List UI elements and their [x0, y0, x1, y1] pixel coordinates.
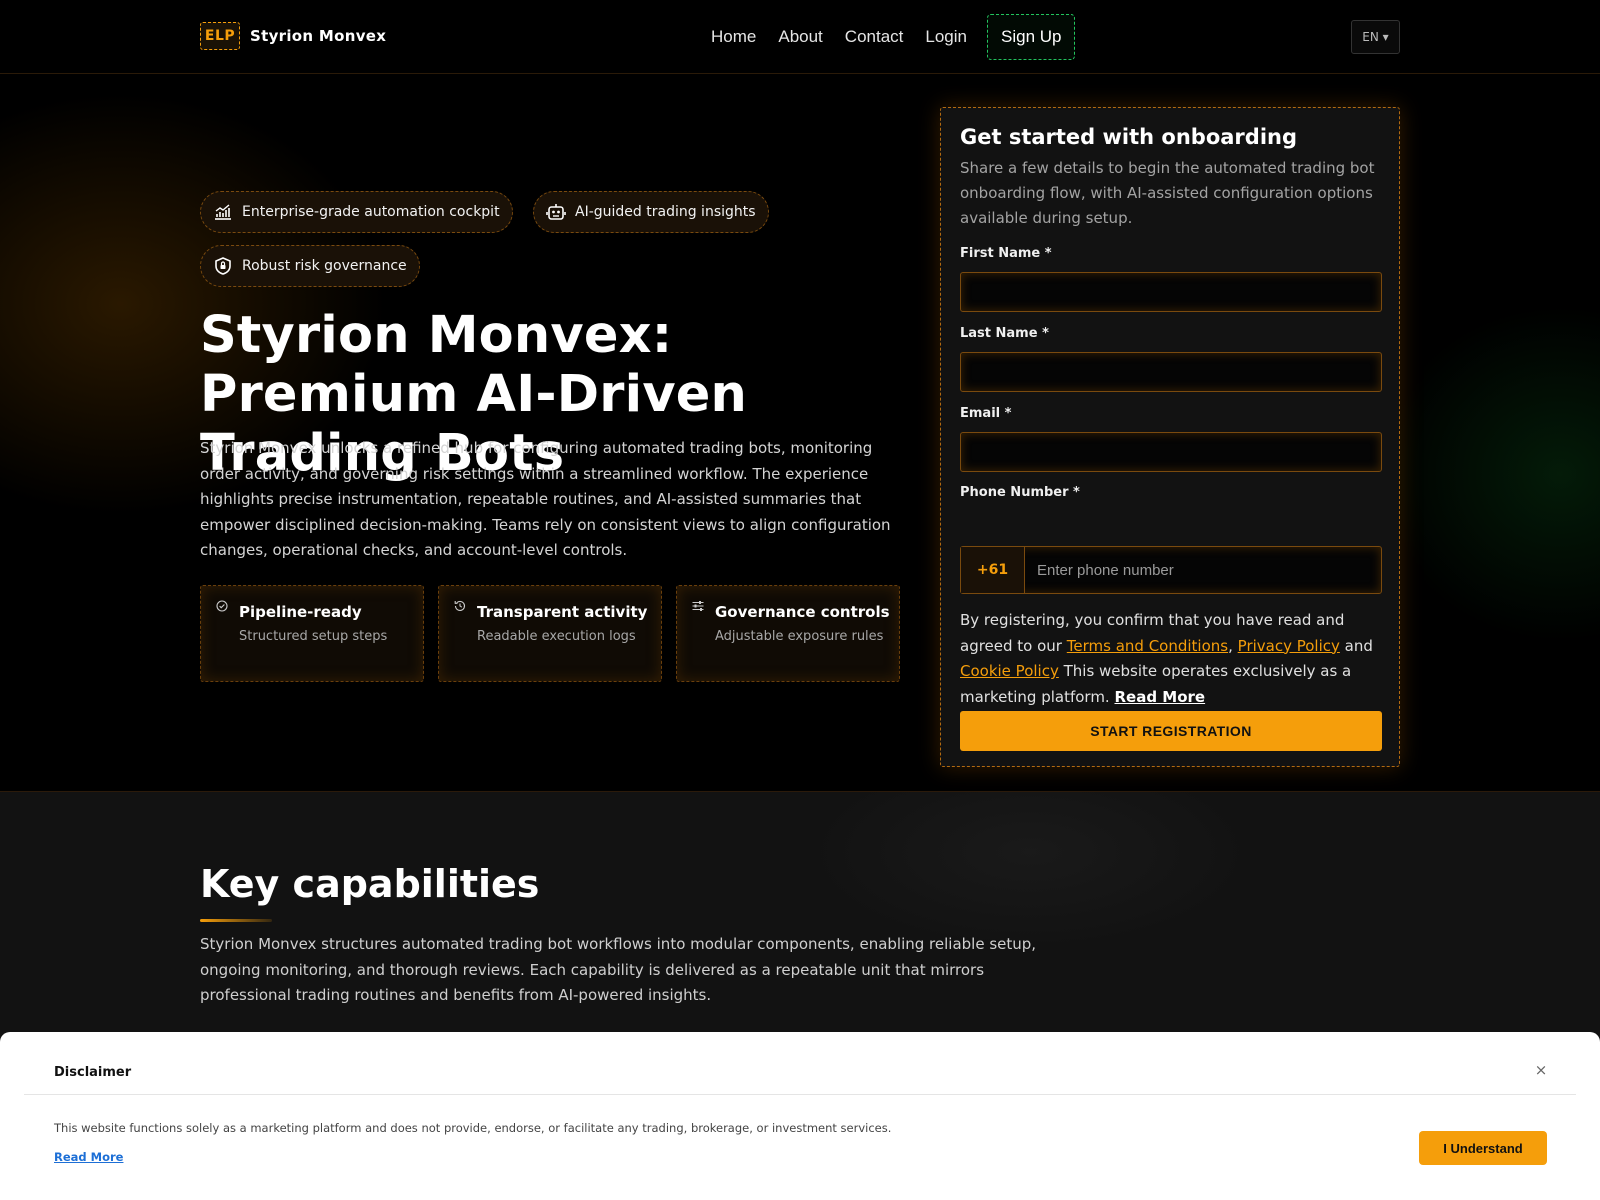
robot-icon: [546, 204, 566, 220]
phone-label: Phone Number *: [960, 485, 1080, 500]
disclaimer-read-more-link[interactable]: Read More: [54, 1150, 123, 1164]
sliders-icon: [692, 601, 704, 611]
cookie-link[interactable]: Cookie Policy: [960, 662, 1059, 680]
first-name-label: First Name *: [960, 246, 1052, 261]
chip-label: AI-guided trading insights: [575, 204, 756, 220]
chip-label: Robust risk governance: [242, 258, 407, 274]
last-name-label: Last Name *: [960, 326, 1049, 341]
email-label: Email *: [960, 406, 1012, 421]
shield-lock-icon: [215, 257, 231, 275]
hero-description: Styrion Monvex unlocks a refined hub for…: [200, 439, 891, 559]
nav-login[interactable]: Login: [914, 14, 978, 60]
form-description: Share a few details to begin the automat…: [960, 159, 1375, 227]
close-icon[interactable]: ×: [1532, 1061, 1550, 1079]
title-underline: [200, 919, 272, 922]
feature-card-activity: Transparent activity Readable execution …: [438, 585, 662, 682]
nav-contact[interactable]: Contact: [834, 14, 915, 60]
last-name-field[interactable]: [960, 352, 1382, 392]
signup-button[interactable]: Sign Up: [987, 14, 1076, 60]
chip-ai-insights: AI-guided trading insights: [533, 191, 769, 233]
chart-growth-icon: [215, 204, 231, 220]
site-header: ELP Styrion Monvex Home About Contact Lo…: [0, 0, 1600, 74]
consent-and: and: [1344, 636, 1373, 655]
nav-about[interactable]: About: [767, 14, 833, 60]
phone-group: +61: [960, 546, 1382, 594]
main-nav: Home About Contact Login Sign Up: [700, 14, 1076, 60]
phone-field[interactable]: [1025, 547, 1381, 593]
country-code-selector[interactable]: +61: [961, 547, 1025, 593]
privacy-link[interactable]: Privacy Policy: [1238, 637, 1340, 655]
terms-link[interactable]: Terms and Conditions: [1067, 637, 1228, 655]
brand-name: Styrion Monvex: [250, 27, 387, 45]
consent-text: By registering, you confirm that you hav…: [960, 608, 1385, 710]
history-icon: [454, 600, 466, 612]
chip-automation: Enterprise-grade automation cockpit: [200, 191, 513, 233]
email-field[interactable]: [960, 432, 1382, 472]
capabilities-description: Styrion Monvex structures automated trad…: [200, 935, 1037, 1004]
disclaimer-banner: Disclaimer × This website functions sole…: [0, 1032, 1600, 1200]
start-registration-button[interactable]: START REGISTRATION: [960, 711, 1382, 751]
disclaimer-title: Disclaimer: [54, 1065, 132, 1080]
check-circle-icon: [216, 600, 228, 612]
divider: [24, 1094, 1576, 1095]
first-name-field[interactable]: [960, 272, 1382, 312]
feature-subtitle: Adjustable exposure rules: [715, 629, 884, 644]
feature-title: Pipeline-ready: [239, 603, 362, 621]
disclaimer-text: This website functions solely as a marke…: [54, 1121, 892, 1135]
feature-title: Governance controls: [715, 603, 890, 621]
onboarding-form-card: Get started with onboarding Share a few …: [940, 107, 1400, 767]
chip-risk-governance: Robust risk governance: [200, 245, 420, 287]
nav-home[interactable]: Home: [700, 14, 767, 60]
brand[interactable]: ELP Styrion Monvex: [200, 22, 386, 50]
consent-comma: ,: [1228, 636, 1233, 655]
i-understand-button[interactable]: I Understand: [1419, 1131, 1547, 1165]
read-more-link[interactable]: Read More: [1114, 688, 1205, 706]
form-title: Get started with onboarding: [960, 125, 1297, 149]
capabilities-title: Key capabilities: [200, 862, 540, 906]
chip-label: Enterprise-grade automation cockpit: [242, 204, 500, 220]
feature-title: Transparent activity: [477, 603, 648, 621]
feature-card-pipeline: Pipeline-ready Structured setup steps: [200, 585, 424, 682]
language-selector[interactable]: EN ▾: [1351, 20, 1400, 54]
feature-subtitle: Structured setup steps: [239, 629, 388, 644]
feature-subtitle: Readable execution logs: [477, 629, 636, 644]
feature-card-governance: Governance controls Adjustable exposure …: [676, 585, 900, 682]
hero-section: Enterprise-grade automation cockpit AI-g…: [0, 74, 1600, 792]
brand-logo: ELP: [200, 22, 240, 50]
